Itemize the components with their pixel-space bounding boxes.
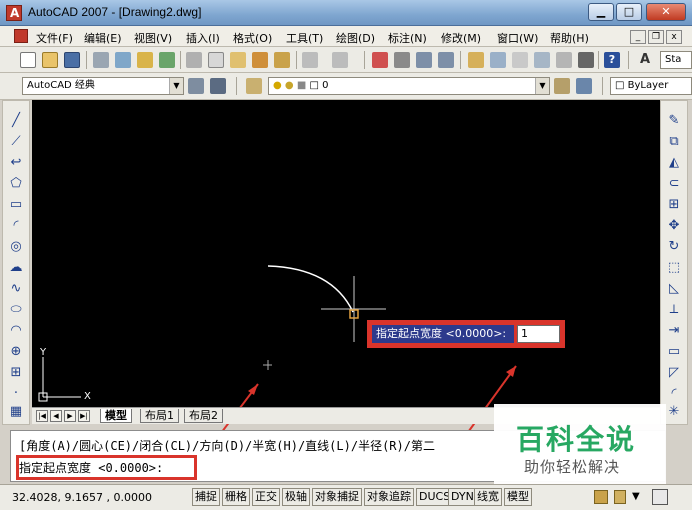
tab-model[interactable]: 模型	[100, 409, 132, 423]
osnap-toggle[interactable]: 对象捕捉	[312, 488, 362, 506]
status-bar: 32.4028, 9.1657 , 0.0000 捕捉 栅格 正交 极轴 对象捕…	[0, 484, 692, 510]
command-highlight-box	[16, 455, 197, 480]
first-tab-button[interactable]: |◀	[36, 410, 48, 422]
dyn-toggle[interactable]: DYN	[448, 488, 477, 506]
watermark: 百科全说 助你轻松解决	[494, 404, 666, 484]
lineweight-toggle[interactable]: 线宽	[474, 488, 502, 506]
snap-toggle[interactable]: 捕捉	[192, 488, 220, 506]
chevron-down-icon[interactable]: ▼	[632, 491, 640, 502]
communication-center-icon[interactable]	[594, 490, 608, 504]
ortho-toggle[interactable]: 正交	[252, 488, 280, 506]
command-history: [角度(A)/圆心(CE)/闭合(CL)/方向(D)/半宽(H)/直线(L)/半…	[19, 439, 435, 453]
grid-toggle[interactable]: 栅格	[222, 488, 250, 506]
tab-layout2[interactable]: 布局2	[184, 409, 223, 423]
arrowhead-icon	[248, 384, 258, 395]
last-tab-button[interactable]: ▶|	[78, 410, 90, 422]
lock-icon[interactable]	[614, 490, 626, 504]
model-toggle[interactable]: 模型	[504, 488, 532, 506]
tab-layout1[interactable]: 布局1	[140, 409, 179, 423]
next-tab-button[interactable]: ▶	[64, 410, 76, 422]
arrowhead-icon	[506, 366, 516, 377]
watermark-title: 百科全说	[516, 423, 637, 456]
polar-toggle[interactable]: 极轴	[282, 488, 310, 506]
clean-screen-icon[interactable]	[652, 489, 668, 505]
otrack-toggle[interactable]: 对象追踪	[364, 488, 414, 506]
coordinate-readout: 32.4028, 9.1657 , 0.0000	[12, 491, 152, 504]
watermark-subtitle: 助你轻松解决	[524, 458, 621, 476]
prev-tab-button[interactable]: ◀	[50, 410, 62, 422]
